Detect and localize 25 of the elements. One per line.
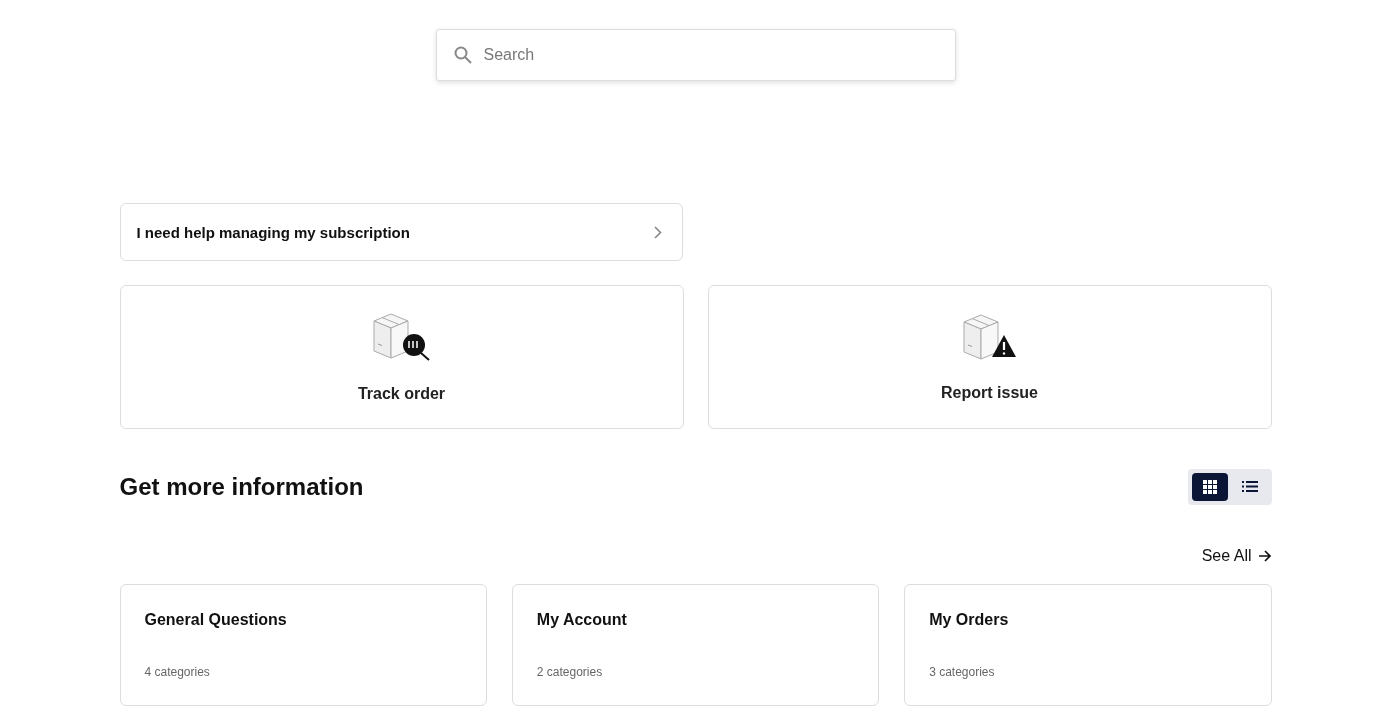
section-title: Get more information bbox=[119, 473, 364, 501]
search-icon bbox=[453, 46, 472, 64]
category-count: 3 categories bbox=[929, 665, 996, 679]
view-mode-button[interactable] bbox=[1191, 473, 1228, 501]
help-link-text: I need help managing my subscription bbox=[136, 223, 410, 241]
category-card[interactable]: My Orders 3 categories bbox=[904, 584, 1272, 706]
list-icon bbox=[1241, 481, 1258, 493]
category-card[interactable]: General Questions 4 categories bbox=[119, 584, 487, 706]
box-warning-icon bbox=[960, 312, 1019, 362]
chevron-right-icon bbox=[653, 225, 662, 239]
arrow-right-icon bbox=[1257, 549, 1272, 563]
search-field[interactable]: Search bbox=[435, 29, 956, 81]
grid-icon bbox=[1202, 480, 1217, 494]
category-count: 4 categories bbox=[144, 665, 211, 679]
category-card[interactable]: My Account 2 categories bbox=[511, 584, 880, 706]
category-title: General Questions bbox=[144, 611, 288, 629]
action-card[interactable]: Track order bbox=[119, 285, 684, 429]
see-all-link[interactable]: See All bbox=[1201, 547, 1272, 565]
action-label: Track order bbox=[357, 385, 446, 403]
category-title: My Orders bbox=[929, 611, 1010, 629]
action-card[interactable]: Report issue bbox=[707, 285, 1272, 429]
category-count: 2 categories bbox=[536, 665, 604, 679]
help-link-card[interactable]: I need help managing my subscription bbox=[119, 203, 683, 261]
action-label: Report issue bbox=[941, 384, 1038, 402]
category-title: My Account bbox=[536, 611, 628, 629]
